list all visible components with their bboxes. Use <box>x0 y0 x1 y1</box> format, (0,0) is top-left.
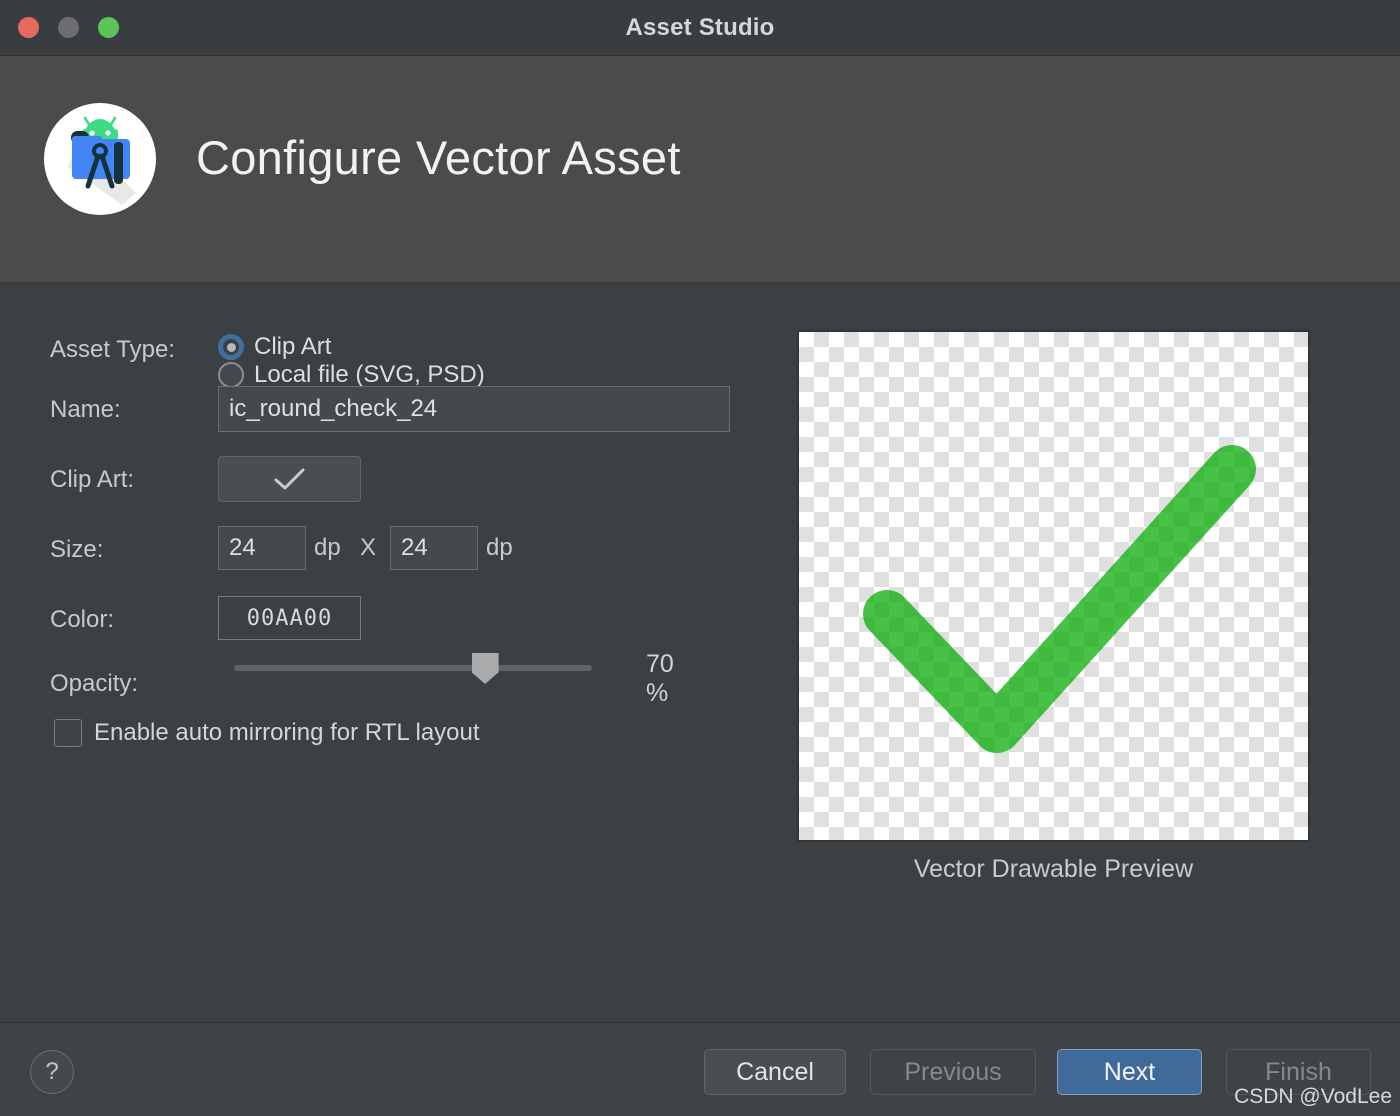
size-separator: X <box>360 534 377 561</box>
color-swatch-button[interactable]: 00AA00 <box>218 596 361 640</box>
next-button[interactable]: Next <box>1057 1049 1202 1095</box>
size-label: Size: <box>50 536 104 563</box>
color-label: Color: <box>50 606 115 633</box>
radio-clip-art[interactable]: Clip Art <box>218 333 331 361</box>
dialog-body: Asset Type: Clip Art Local file (SVG, PS… <box>0 283 1400 1022</box>
cancel-button[interactable]: Cancel <box>704 1049 846 1095</box>
radio-selected-icon <box>218 334 244 360</box>
clip-art-label: Clip Art: <box>50 466 135 493</box>
dialog-header: Configure Vector Asset <box>0 56 1400 283</box>
page-title: Configure Vector Asset <box>196 131 681 184</box>
size-height-input[interactable]: 24 <box>390 526 478 570</box>
opacity-label: Opacity: <box>50 670 139 697</box>
title-bar: Asset Studio <box>0 0 1400 56</box>
rtl-mirroring-checkbox-row[interactable]: Enable auto mirroring for RTL layout <box>54 719 480 747</box>
radio-unselected-icon <box>218 362 244 388</box>
size-width-input[interactable]: 24 <box>218 526 306 570</box>
dialog-footer: ? Cancel Previous Next Finish <box>0 1022 1400 1116</box>
opacity-slider[interactable] <box>234 651 592 685</box>
preview-caption: Vector Drawable Preview <box>913 855 1194 883</box>
preview-check-icon <box>863 445 1256 753</box>
asset-type-radio-group: Clip Art Local file (SVG, PSD) <box>218 333 515 389</box>
vector-drawable-preview <box>797 330 1310 842</box>
previous-button[interactable]: Previous <box>870 1049 1036 1095</box>
size-height-unit: dp <box>486 534 513 561</box>
radio-local-file[interactable]: Local file (SVG, PSD) <box>218 361 485 389</box>
size-width-unit: dp <box>314 534 341 561</box>
name-label: Name: <box>50 396 121 423</box>
radio-local-file-label: Local file (SVG, PSD) <box>254 361 485 388</box>
rtl-checkbox-label: Enable auto mirroring for RTL layout <box>94 719 480 746</box>
opacity-slider-thumb[interactable] <box>471 653 499 684</box>
help-button[interactable]: ? <box>30 1050 74 1094</box>
watermark: CSDN @VodLee <box>1234 1085 1392 1108</box>
rtl-checkbox[interactable] <box>54 719 82 747</box>
check-icon <box>274 468 304 490</box>
asset-type-label: Asset Type: <box>50 336 175 363</box>
opacity-value-label: 70 % <box>646 650 674 707</box>
name-input[interactable]: ic_round_check_24 <box>218 386 730 432</box>
asset-studio-window: Asset Studio Configure Vector Asset Asse… <box>0 0 1400 1116</box>
clip-art-picker-button[interactable] <box>218 456 361 502</box>
opacity-slider-track <box>234 665 592 671</box>
android-studio-asset-icon <box>44 103 156 215</box>
window-title: Asset Studio <box>625 14 775 41</box>
radio-clip-art-label: Clip Art <box>254 333 332 360</box>
